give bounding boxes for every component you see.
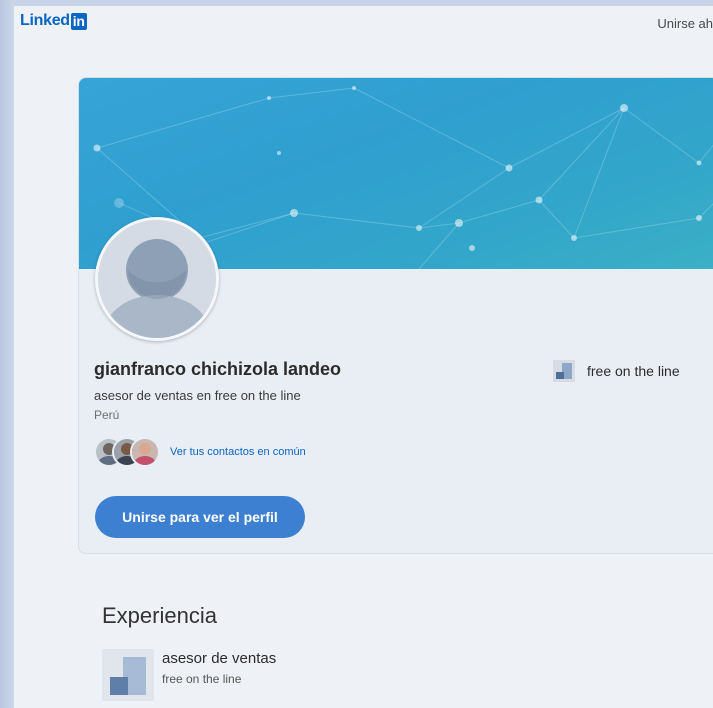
experience-company: free on the line	[162, 672, 242, 686]
current-company[interactable]: free on the line	[553, 360, 680, 382]
experience-text: asesor de ventas free on the line	[162, 650, 276, 701]
current-company-name: free on the line	[587, 363, 680, 379]
join-now-link[interactable]: Unirse ah	[657, 16, 713, 31]
window-left-edge	[0, 0, 14, 708]
company-logo-icon	[553, 360, 575, 382]
profile-name: gianfranco chichizola landeo	[94, 359, 342, 379]
profile-card: gianfranco chichizola landeo asesor de v…	[78, 77, 713, 554]
default-avatar-icon	[98, 220, 216, 338]
logo-wordmark: Linked	[20, 12, 70, 29]
page-viewport: Linked in Unirse ah gianfranco chichizol…	[14, 6, 713, 708]
contact-avatar	[130, 437, 160, 467]
experience-company-logo	[102, 649, 154, 701]
logo-in-box: in	[70, 12, 87, 30]
profile-headline: asesor de ventas en free on the line	[94, 388, 301, 403]
experience-heading: Experiencia	[102, 603, 217, 628]
mutual-contacts[interactable]: Ver tus contactos en común	[94, 437, 306, 467]
experience-item[interactable]: asesor de ventas free on the line	[102, 649, 276, 701]
join-to-view-profile-button[interactable]: Unirse para ver el perfil	[95, 496, 305, 538]
linkedin-logo[interactable]: Linked in	[20, 12, 87, 30]
mutual-contacts-link[interactable]: Ver tus contactos en común	[170, 446, 306, 458]
experience-role: asesor de ventas	[162, 650, 277, 667]
contact-photo-icon	[132, 439, 158, 465]
profile-location: Perú	[94, 408, 120, 422]
top-bar: Linked in Unirse ah	[14, 6, 713, 40]
company-logo-icon	[102, 649, 154, 701]
profile-avatar	[95, 217, 219, 341]
